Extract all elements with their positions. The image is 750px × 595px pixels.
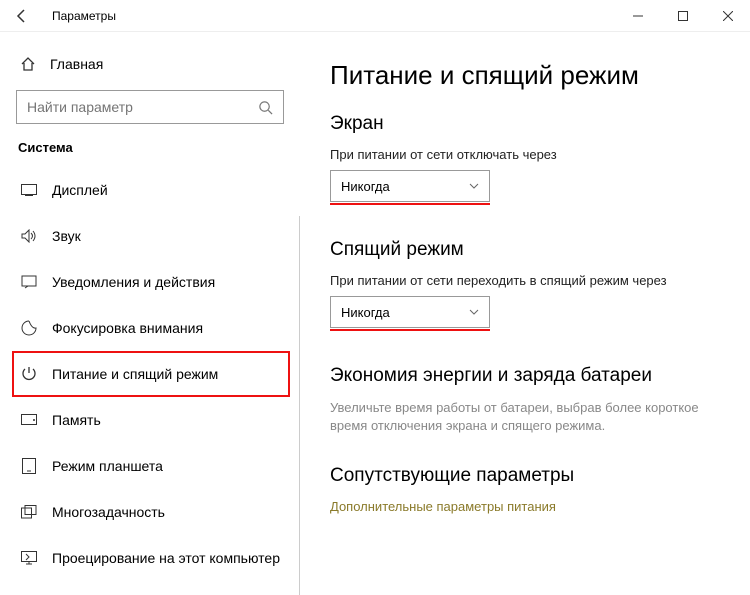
maximize-button[interactable] xyxy=(660,0,705,32)
notifications-icon xyxy=(20,275,38,289)
title-bar: Параметры xyxy=(0,0,750,32)
nav-projecting[interactable]: Проецирование на этот компьютер xyxy=(12,535,300,581)
home-label: Главная xyxy=(50,56,103,72)
focus-icon xyxy=(20,320,38,336)
display-icon xyxy=(20,184,38,196)
highlight-underline xyxy=(330,329,490,331)
back-button[interactable] xyxy=(0,8,44,24)
nav-storage[interactable]: Память xyxy=(12,397,300,443)
sidebar: Главная Система Дисплей Звук xyxy=(0,32,300,595)
nav-label: Многозадачность xyxy=(52,504,165,520)
screen-label: При питании от сети отключать через xyxy=(330,147,720,162)
nav-display[interactable]: Дисплей xyxy=(12,167,300,213)
sleep-timeout-value: Никогда xyxy=(341,305,390,320)
sleep-timeout-select[interactable]: Никогда xyxy=(330,296,490,328)
nav-power[interactable]: Питание и спящий режим xyxy=(12,351,290,397)
projecting-icon xyxy=(20,551,38,565)
related-heading: Сопутствующие параметры xyxy=(330,465,720,487)
chevron-down-icon xyxy=(469,309,479,315)
highlight-underline xyxy=(330,203,490,205)
screen-heading: Экран xyxy=(330,113,720,135)
chevron-down-icon xyxy=(469,183,479,189)
content-area: Питание и спящий режим Экран При питании… xyxy=(300,32,750,595)
additional-power-link[interactable]: Дополнительные параметры питания xyxy=(330,499,720,514)
minimize-button[interactable] xyxy=(615,0,660,32)
nav-label: Уведомления и действия xyxy=(52,274,215,290)
window-title: Параметры xyxy=(44,9,116,23)
close-button[interactable] xyxy=(705,0,750,32)
sound-icon xyxy=(20,229,38,243)
nav-label: Режим планшета xyxy=(52,458,163,474)
nav-label: Дисплей xyxy=(52,182,108,198)
multitask-icon xyxy=(20,505,38,519)
nav-tablet[interactable]: Режим планшета xyxy=(12,443,300,489)
page-title: Питание и спящий режим xyxy=(330,60,720,91)
nav-notifications[interactable]: Уведомления и действия xyxy=(12,259,300,305)
nav-focus[interactable]: Фокусировка внимания xyxy=(12,305,300,351)
nav-label: Проецирование на этот компьютер xyxy=(52,550,280,566)
search-box[interactable] xyxy=(16,90,284,124)
tablet-icon xyxy=(20,458,38,474)
sleep-heading: Спящий режим xyxy=(330,239,720,261)
nav-multitask[interactable]: Многозадачность xyxy=(12,489,300,535)
sleep-label: При питании от сети переходить в спящий … xyxy=(330,273,720,288)
battery-heading: Экономия энергии и заряда батареи xyxy=(330,365,720,387)
screen-timeout-value: Никогда xyxy=(341,179,390,194)
power-icon xyxy=(20,366,38,382)
search-icon xyxy=(258,100,273,115)
screen-timeout-select[interactable]: Никогда xyxy=(330,170,490,202)
nav-label: Звук xyxy=(52,228,81,244)
home-nav[interactable]: Главная xyxy=(12,44,300,84)
nav-label: Память xyxy=(52,412,101,428)
nav-sound[interactable]: Звук xyxy=(12,213,300,259)
nav-label: Фокусировка внимания xyxy=(52,320,203,336)
storage-icon xyxy=(20,414,38,426)
nav-label: Питание и спящий режим xyxy=(52,366,218,382)
home-icon xyxy=(20,56,36,72)
battery-description: Увеличьте время работы от батареи, выбра… xyxy=(330,399,700,435)
sidebar-divider xyxy=(299,216,300,595)
nav-group-title: Система xyxy=(12,134,300,167)
search-input[interactable] xyxy=(27,99,258,115)
